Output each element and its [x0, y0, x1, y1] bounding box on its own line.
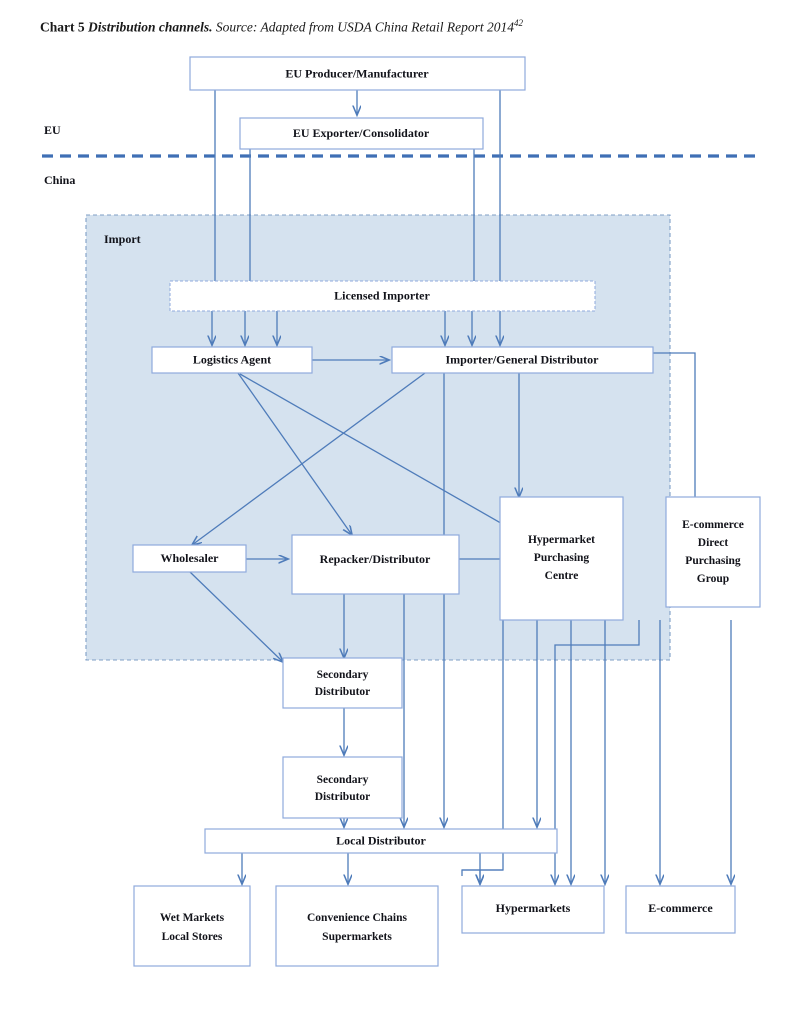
node-secondary-distributor-2[interactable]: Secondary Distributor: [282, 756, 403, 819]
region-label-eu: EU: [44, 123, 61, 137]
node-wholesaler[interactable]: Wholesaler: [132, 544, 247, 573]
node-ecom-group-line2: Direct: [698, 537, 729, 549]
node-hypermarket-centre-line2: Purchasing: [534, 552, 590, 564]
node-local-distributor-label: Local Distributor: [336, 833, 426, 847]
node-ecom-group-line3: Purchasing: [685, 555, 741, 567]
node-ecom-group-line1: E-commerce: [682, 519, 744, 531]
node-hypermarkets[interactable]: Hypermarkets: [461, 885, 605, 934]
node-logistics-agent[interactable]: Logistics Agent: [151, 346, 313, 374]
node-wet-markets-local-stores[interactable]: Wet Markets Local Stores: [133, 885, 251, 967]
node-hypermarkets-label: Hypermarkets: [496, 901, 571, 915]
node-secondary2-line2: Distributor: [315, 791, 371, 803]
node-licensed-importer[interactable]: Licensed Importer: [169, 280, 596, 312]
node-ecommerce-label: E-commerce: [648, 901, 713, 915]
node-wet-markets-line1: Wet Markets: [160, 912, 225, 924]
node-hypermarket-centre-line3: Centre: [545, 570, 579, 582]
node-hypermarket-centre-line1: Hypermarket: [528, 534, 595, 546]
node-convenience-line2: Supermarkets: [322, 931, 392, 943]
region-label-china: China: [44, 173, 75, 187]
node-secondary1-line2: Distributor: [315, 686, 371, 698]
node-local-distributor[interactable]: Local Distributor: [204, 828, 558, 854]
node-wet-markets-line2: Local Stores: [162, 931, 223, 943]
node-repacker-distributor[interactable]: Repacker/Distributor: [291, 534, 460, 595]
node-importer-general-distributor[interactable]: Importer/General Distributor: [391, 346, 654, 374]
node-secondary-distributor-1[interactable]: Secondary Distributor: [282, 657, 403, 709]
node-convenience-line1: Convenience Chains: [307, 912, 408, 924]
node-secondary2-line1: Secondary: [317, 774, 369, 786]
diagram-page: Chart 5 Distribution channels. Source: A…: [0, 0, 802, 1024]
node-logistics-agent-label: Logistics Agent: [193, 352, 271, 366]
node-licensed-importer-label: Licensed Importer: [334, 288, 430, 302]
node-eu-producer-label: EU Producer/Manufacturer: [285, 66, 429, 80]
distribution-channels-diagram: Import EU China EU Producer/Manufacturer…: [42, 56, 761, 967]
node-eu-exporter[interactable]: EU Exporter/Consolidator: [239, 117, 484, 150]
node-convenience-chains-supermarkets[interactable]: Convenience Chains Supermarkets: [275, 885, 439, 967]
node-ecom-group-line4: Group: [697, 573, 729, 585]
node-importer-general-distributor-label: Importer/General Distributor: [446, 352, 600, 366]
node-eu-exporter-label: EU Exporter/Consolidator: [293, 126, 430, 140]
node-ecommerce-direct-purchasing-group[interactable]: E-commerce Direct Purchasing Group: [665, 496, 761, 608]
import-panel-label: Import: [104, 232, 141, 246]
node-hypermarket-purchasing-centre[interactable]: Hypermarket Purchasing Centre: [499, 496, 624, 621]
node-wholesaler-label: Wholesaler: [161, 551, 220, 565]
node-repacker-distributor-label: Repacker/Distributor: [320, 552, 431, 566]
node-ecommerce[interactable]: E-commerce: [625, 885, 736, 934]
node-secondary1-line1: Secondary: [317, 669, 369, 681]
node-eu-producer[interactable]: EU Producer/Manufacturer: [189, 56, 526, 91]
